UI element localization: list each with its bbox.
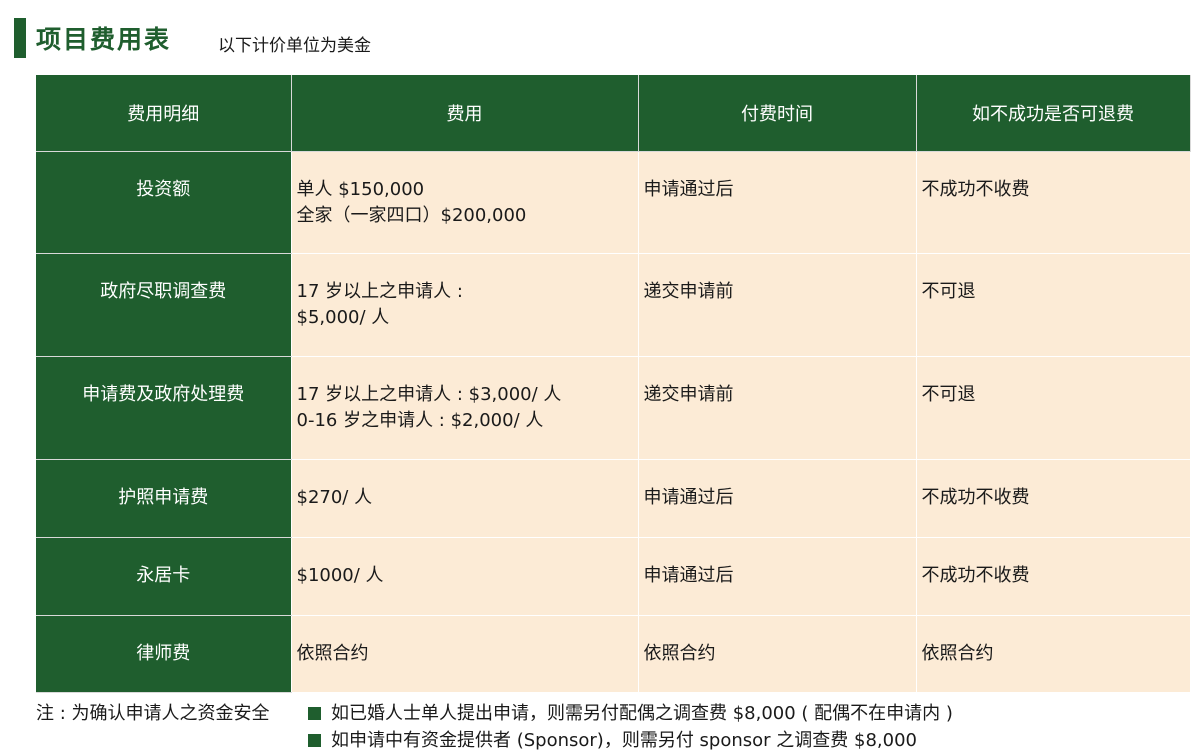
row-item-label: 申请费及政府处理费: [36, 356, 292, 460]
row-payment-time: 申请通过后: [638, 537, 917, 616]
column-header-fee: 费用: [291, 75, 639, 152]
table-row: 投资额 单人 $150,000 全家（一家四口）$200,000 申请通过后 不…: [36, 151, 1191, 254]
row-item-label: 护照申请费: [36, 459, 292, 538]
row-payment-time: 申请通过后: [638, 151, 917, 254]
note-text: 如已婚人士单人提出申请，则需另付配偶之调查费 $8,000 ( 配偶不在申请内 …: [331, 703, 953, 724]
row-payment-time: 递交申请前: [638, 356, 917, 460]
row-payment-time: 递交申请前: [638, 253, 917, 357]
table-row: 律师费 依照合约 依照合约 依照合约: [36, 615, 1191, 693]
fee-line: $1000/ 人: [296, 565, 384, 586]
row-refund: 依照合约: [916, 615, 1191, 693]
row-fee: 单人 $150,000 全家（一家四口）$200,000: [291, 151, 639, 254]
square-bullet-icon: [308, 707, 321, 720]
row-fee: 17 岁以上之申请人 : $5,000/ 人: [291, 253, 639, 357]
table-row: 申请费及政府处理费 17 岁以上之申请人 : $3,000/ 人 0-16 岁之…: [36, 356, 1191, 460]
row-item-label: 永居卡: [36, 537, 292, 616]
row-item-label: 政府尽职调查费: [36, 253, 292, 357]
row-payment-time: 申请通过后: [638, 459, 917, 538]
row-refund: 不可退: [916, 253, 1191, 357]
fee-line: 0-16 岁之申请人 : $2,000/ 人: [296, 410, 544, 431]
row-fee: $270/ 人: [291, 459, 639, 538]
square-bullet-icon: [308, 734, 321, 747]
row-item-label: 投资额: [36, 151, 292, 254]
row-fee: $1000/ 人: [291, 537, 639, 616]
note-item: 如已婚人士单人提出申请，则需另付配偶之调查费 $8,000 ( 配偶不在申请内 …: [308, 699, 953, 725]
row-fee: 依照合约: [291, 615, 639, 693]
fee-line: 全家（一家四口）$200,000: [296, 205, 527, 226]
row-payment-time: 依照合约: [638, 615, 917, 693]
row-refund: 不成功不收费: [916, 151, 1191, 254]
page-title: 项目费用表: [36, 25, 172, 54]
title-accent-bar: [14, 18, 26, 58]
row-refund: 不成功不收费: [916, 537, 1191, 616]
row-refund: 不成功不收费: [916, 459, 1191, 538]
fee-line: $5,000/ 人: [296, 307, 390, 328]
table-row: 政府尽职调查费 17 岁以上之申请人 : $5,000/ 人 递交申请前 不可退: [36, 253, 1191, 357]
table-header-row: 费用明细 费用 付费时间 如不成功是否可退费: [36, 75, 1191, 152]
row-refund: 不可退: [916, 356, 1191, 460]
fee-line: $270/ 人: [296, 487, 373, 508]
row-item-label: 律师费: [36, 615, 292, 693]
table-row: 护照申请费 $270/ 人 申请通过后 不成功不收费: [36, 459, 1191, 538]
row-fee: 17 岁以上之申请人 : $3,000/ 人 0-16 岁之申请人 : $2,0…: [291, 356, 639, 460]
fee-line: 17 岁以上之申请人 :: [296, 281, 463, 302]
fee-line: 17 岁以上之申请人 : $3,000/ 人: [296, 384, 562, 405]
notes-label: 注 : 为确认申请人之资金安全: [36, 703, 270, 724]
note-item: 如申请中有资金提供者 (Sponsor)，则需另付 sponsor 之调查费 $…: [308, 726, 917, 752]
fee-line: 单人 $150,000: [296, 179, 425, 200]
page-subtitle: 以下计价单位为美金: [218, 36, 371, 56]
fee-line: 依照合约: [296, 643, 369, 664]
column-header-payment-time: 付费时间: [638, 75, 917, 152]
table-row: 永居卡 $1000/ 人 申请通过后 不成功不收费: [36, 537, 1191, 616]
fee-table: 费用明细 费用 付费时间 如不成功是否可退费 投资额 单人 $150,000 全…: [36, 75, 1191, 693]
column-header-refund: 如不成功是否可退费: [916, 75, 1191, 152]
column-header-item: 费用明细: [36, 75, 292, 152]
note-text: 如申请中有资金提供者 (Sponsor)，则需另付 sponsor 之调查费 $…: [331, 730, 917, 751]
